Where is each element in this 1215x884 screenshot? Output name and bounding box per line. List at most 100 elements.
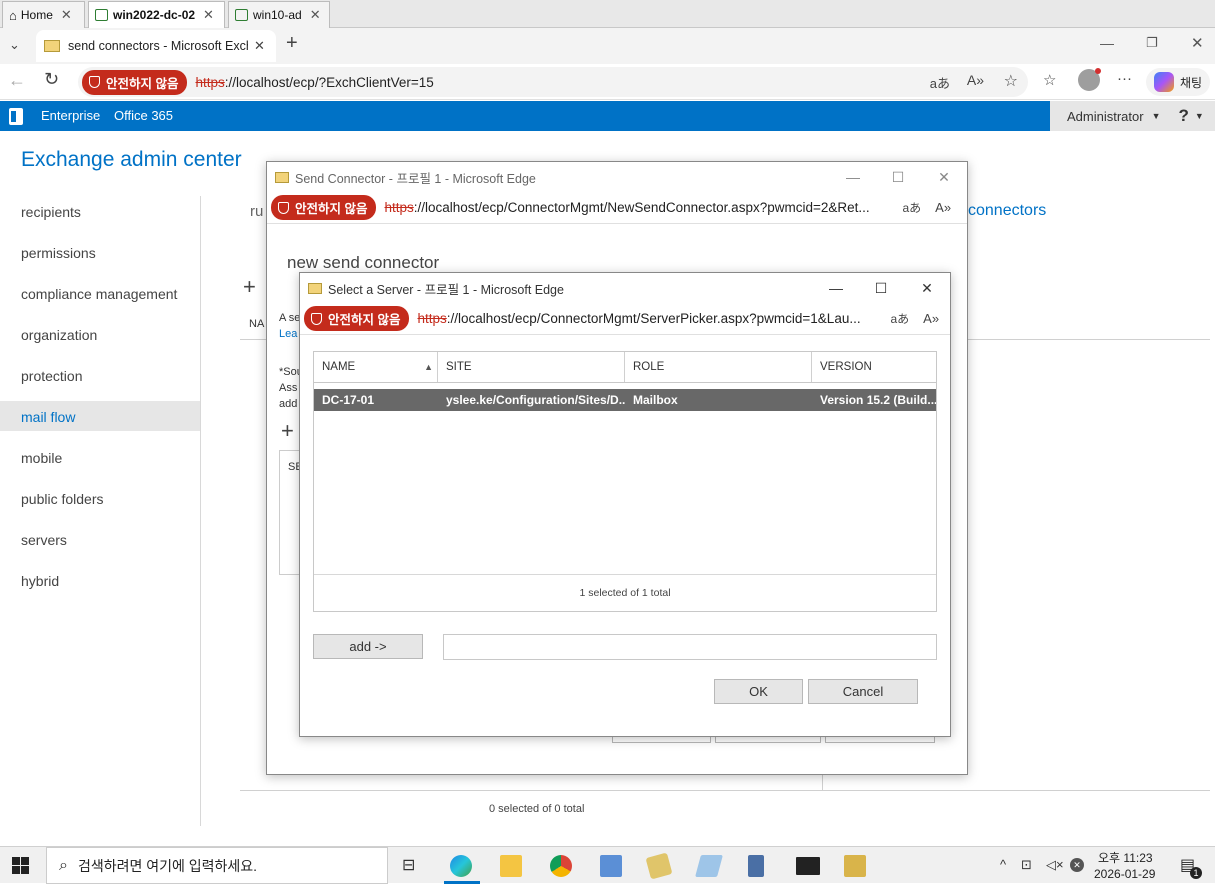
close-window-icon[interactable]: ✕ <box>1191 34 1204 52</box>
associate-text: Ass <box>279 382 298 394</box>
page-title: Exchange admin center <box>21 148 242 171</box>
windows-start-icon[interactable] <box>12 857 30 875</box>
taskbar-search-box[interactable]: ⌕ 검색하려면 여기에 입력하세요. <box>46 847 388 884</box>
close-icon[interactable]: ✕ <box>310 7 321 23</box>
search-icon: ⌕ <box>59 856 68 874</box>
close-icon[interactable]: ✕ <box>904 273 950 303</box>
browser-toolbar: ← ↻ 안전하지 않음 https://localhost/ecp/?ExchC… <box>0 64 1215 100</box>
column-header-name[interactable]: NAME ▲ <box>314 352 438 382</box>
maximize-icon[interactable]: ☐ <box>875 162 921 192</box>
address-bar[interactable]: 안전하지 않음 https://localhost/ecp/ConnectorM… <box>300 303 950 335</box>
translate-icon[interactable]: aあ <box>890 310 909 327</box>
description-text: A se <box>279 312 301 324</box>
vm-tab-win10[interactable]: win10-ad ✕ <box>228 1 330 28</box>
volume-muted-icon[interactable]: ◁× <box>1046 857 1064 873</box>
add-icon[interactable]: + <box>281 418 294 444</box>
cell-name: DC-17-01 <box>322 393 375 407</box>
tab-send-connectors[interactable]: connectors <box>968 202 1046 220</box>
nav-recipients[interactable]: recipients <box>21 204 81 220</box>
vm-icon <box>95 9 108 21</box>
chevron-up-icon[interactable]: ^ <box>1000 857 1006 872</box>
notepad-icon[interactable] <box>695 855 723 877</box>
minimize-icon[interactable]: — <box>830 162 876 192</box>
clock-date[interactable]: 2026-01-29 <box>1094 867 1155 881</box>
close-icon[interactable]: ✕ <box>921 162 967 192</box>
close-icon[interactable]: ✕ <box>203 7 214 23</box>
network-icon[interactable] <box>748 855 764 877</box>
column-header-role[interactable]: ROLE <box>625 352 812 382</box>
read-aloud-icon[interactable]: A» <box>923 311 939 326</box>
office365-link[interactable]: Office 365 <box>114 108 173 123</box>
nav-public-folders[interactable]: public folders <box>21 491 104 507</box>
minimize-icon[interactable]: — <box>1100 35 1114 51</box>
favorites-icon[interactable]: ☆ <box>1043 71 1056 89</box>
nav-permissions[interactable]: permissions <box>21 245 96 261</box>
task-view-icon[interactable]: ⊟ <box>402 855 424 877</box>
list-footer-line <box>240 790 1210 791</box>
nav-organization[interactable]: organization <box>21 327 97 343</box>
exchange-toolbox-icon[interactable] <box>844 855 866 877</box>
more-icon[interactable]: ··· <box>1117 70 1132 87</box>
column-header-version[interactable]: VERSION <box>812 352 936 382</box>
network-status-icon[interactable]: ⊡ <box>1021 857 1032 873</box>
nav-mail-flow[interactable]: mail flow <box>21 409 75 425</box>
tab-list-chevron-icon[interactable]: ⌄ <box>9 37 20 53</box>
ok-button[interactable]: OK <box>714 679 803 704</box>
back-icon[interactable]: ← <box>8 70 26 91</box>
not-secure-badge[interactable]: 안전하지 않음 <box>271 195 377 220</box>
profile-alert-dot <box>1095 68 1101 74</box>
not-secure-badge[interactable]: 안전하지 않음 <box>304 306 410 331</box>
list-count: 0 selected of 0 total <box>489 803 585 815</box>
clock-time[interactable]: 오후 11:23 <box>1098 849 1153 866</box>
error-status-icon[interactable]: ✕ <box>1070 858 1084 872</box>
column-header-site[interactable]: SITE <box>438 352 625 382</box>
cell-role: Mailbox <box>633 393 678 407</box>
read-aloud-icon[interactable]: A» <box>935 200 951 215</box>
table-row[interactable]: DC-17-01 yslee.ke/Configuration/Sites/D.… <box>314 389 936 411</box>
minimize-icon[interactable]: — <box>813 273 859 303</box>
shield-icon <box>89 76 100 88</box>
maximize-icon[interactable]: ☐ <box>858 273 904 303</box>
nav-servers[interactable]: servers <box>21 532 67 548</box>
copilot-button[interactable]: 채팅 <box>1146 68 1210 96</box>
cancel-button[interactable]: Cancel <box>808 679 918 704</box>
tab-rules[interactable]: ru <box>250 203 263 220</box>
new-tab-icon[interactable]: + <box>286 32 298 55</box>
nav-hybrid[interactable]: hybrid <box>21 573 59 589</box>
restore-icon[interactable]: ❐ <box>1146 35 1158 51</box>
server-manager-icon[interactable] <box>600 855 622 877</box>
nav-protection[interactable]: protection <box>21 368 82 384</box>
home-icon: ⌂ <box>9 7 17 23</box>
nav-mobile[interactable]: mobile <box>21 450 62 466</box>
file-explorer-icon[interactable] <box>500 855 522 877</box>
translate-icon[interactable]: aあ <box>930 73 950 92</box>
admin-user-menu[interactable]: Administrator ▼ ? ▼ <box>1050 101 1215 131</box>
add-button[interactable]: add -> <box>313 634 423 659</box>
edge-icon[interactable] <box>450 855 472 877</box>
help-button[interactable]: ? <box>1179 106 1189 126</box>
refresh-icon[interactable]: ↻ <box>44 69 59 90</box>
read-aloud-icon[interactable]: A» <box>967 72 984 88</box>
exchange-mail-icon <box>308 282 322 294</box>
terminal-icon[interactable] <box>796 857 820 875</box>
vm-icon <box>235 9 248 21</box>
add-icon[interactable]: + <box>243 274 256 300</box>
copilot-icon <box>1154 72 1174 92</box>
enterprise-link[interactable]: Enterprise <box>41 108 100 123</box>
favorite-star-icon[interactable]: ☆ <box>1004 71 1018 91</box>
close-icon[interactable]: ✕ <box>61 7 72 23</box>
nav-compliance-management[interactable]: compliance management <box>21 286 177 302</box>
vm-tab-win2022[interactable]: win2022-dc-02 ✕ <box>88 1 225 28</box>
eac-header: Enterprise Office 365 Administrator ▼ ? … <box>0 101 1215 131</box>
translate-icon[interactable]: aあ <box>902 199 921 216</box>
not-secure-badge[interactable]: 안전하지 않음 <box>82 69 188 95</box>
chrome-icon[interactable] <box>550 855 572 877</box>
address-bar[interactable]: 안전하지 않음 https://localhost/ecp/ConnectorM… <box>267 192 967 224</box>
address-bar[interactable]: 안전하지 않음 https://localhost/ecp/?ExchClien… <box>78 67 1028 97</box>
vm-tab-home[interactable]: ⌂ Home ✕ <box>2 1 85 28</box>
close-icon[interactable]: ✕ <box>254 38 265 54</box>
edge-tab-active[interactable]: send connectors - Microsoft Exch ✕ <box>36 30 276 62</box>
tool-icon[interactable] <box>645 852 673 880</box>
selected-servers-field[interactable] <box>443 634 937 660</box>
learn-more-link[interactable]: Lea <box>279 328 297 340</box>
